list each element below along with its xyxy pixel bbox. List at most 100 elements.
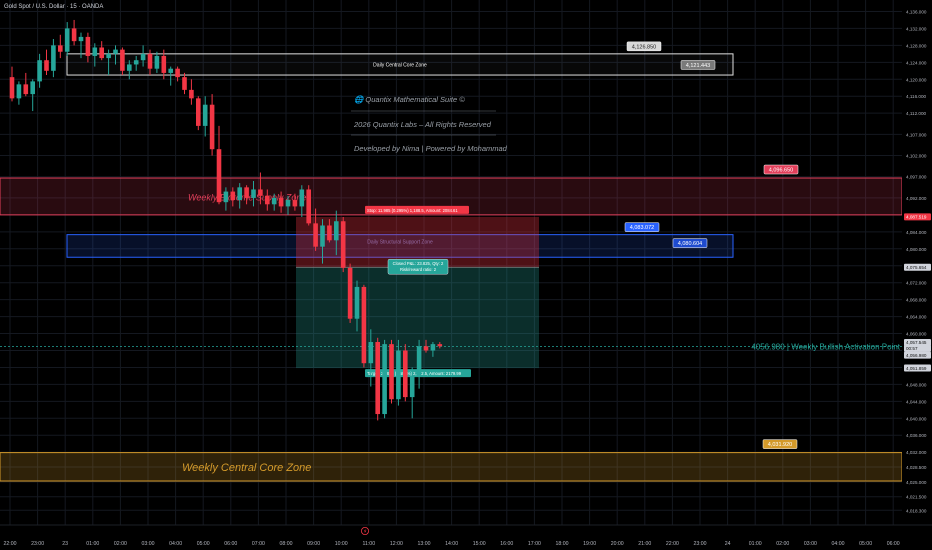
zone-price-tag: 4,096.650 bbox=[763, 164, 799, 175]
price-tick-label: 4,064.000 bbox=[906, 315, 927, 320]
candle-body bbox=[147, 53, 153, 69]
time-tick-label: 22:00 bbox=[4, 541, 17, 547]
time-tick-label: 22:00 bbox=[666, 541, 679, 547]
time-tick-label: 13:00 bbox=[418, 541, 431, 547]
candle-body bbox=[409, 375, 415, 398]
candle-body bbox=[58, 45, 63, 52]
candle-body bbox=[306, 189, 311, 224]
price-tick-label: 4,136.000 bbox=[906, 9, 927, 14]
price-axis-tag-text: 4,056.980 bbox=[906, 353, 927, 358]
price-tick-label: 4,036.000 bbox=[906, 433, 927, 438]
zone-label: Daily Central Core Zone bbox=[373, 62, 427, 68]
candle-body bbox=[230, 191, 236, 201]
candle-body bbox=[313, 223, 318, 247]
stop-label: Stop: 11.985 (0.295%) 1,188.5, Amount: 2… bbox=[367, 208, 458, 213]
price-tick-label: 4,021.500 bbox=[906, 495, 927, 500]
time-tick-label: 21:00 bbox=[638, 541, 651, 547]
candle-body bbox=[113, 49, 118, 54]
candle-body bbox=[202, 104, 208, 126]
time-tick-label: 03:00 bbox=[142, 541, 155, 547]
price-tick-label: 4,032.000 bbox=[906, 450, 927, 455]
price-tick-label: 4,080.000 bbox=[906, 247, 927, 252]
candle-body bbox=[368, 342, 374, 364]
time-tick-label: 14:00 bbox=[445, 541, 458, 547]
price-tick-label: 4,068.000 bbox=[906, 298, 927, 303]
candle-body bbox=[278, 197, 284, 207]
price-tick-label: 4,084.000 bbox=[906, 230, 927, 235]
candle-body bbox=[271, 197, 277, 205]
lightning-icon bbox=[360, 527, 369, 536]
watermark: 🌐 Quantix Mathematical Suite © 2026 Quant… bbox=[351, 95, 508, 153]
time-tick-label: 23:00 bbox=[694, 541, 707, 547]
zone-price-tag: 4,083.072 bbox=[624, 222, 660, 232]
price-tick-label: 4,097.000 bbox=[906, 175, 927, 180]
candle-body bbox=[120, 49, 125, 71]
price-tick-label: 4,102.000 bbox=[906, 154, 927, 159]
candle-body bbox=[320, 225, 325, 247]
price-axis-tag-text: 4,087.519 bbox=[906, 215, 927, 220]
candle-body bbox=[216, 149, 222, 203]
candle-body bbox=[37, 60, 42, 82]
candle-body bbox=[78, 36, 84, 42]
candle-body bbox=[396, 350, 401, 400]
stop-label-group: Stop: 11.985 (0.295%) 1,188.5, Amount: 2… bbox=[365, 205, 469, 214]
candle-body bbox=[44, 60, 49, 71]
time-tick-label: 02:00 bbox=[776, 541, 789, 547]
time-axis: 22:00 23:00 23 01:00 02:00 03:00 04:00 05:00 06:… bbox=[0, 524, 932, 547]
zone-price-tag-text: 4,126.850 bbox=[632, 44, 656, 50]
price-axis: 4,136.000 4,132.000 4,128.000 4,124.000 4,12… bbox=[902, 0, 932, 550]
price-axis-tag: 4,075.654 bbox=[904, 263, 931, 271]
time-tick-label: 09:00 bbox=[307, 541, 320, 547]
time-tick-label: 20:00 bbox=[611, 541, 624, 547]
price-axis-tag: 00:57 bbox=[904, 344, 931, 352]
candle-body bbox=[347, 267, 353, 319]
candle-body bbox=[106, 53, 111, 59]
candle-body bbox=[265, 195, 270, 205]
candle-body bbox=[16, 84, 22, 99]
time-tick-label: 24 bbox=[725, 541, 731, 547]
candle-body bbox=[389, 344, 394, 400]
price-tick-label: 4,116.000 bbox=[906, 94, 927, 99]
time-tick-label: 08:00 bbox=[280, 541, 293, 547]
zone-label: Weekly Central Core Zone bbox=[182, 462, 311, 474]
time-tick-label: 05:00 bbox=[197, 541, 210, 547]
candle-body bbox=[140, 53, 146, 61]
time-tick-label: 23:00 bbox=[31, 541, 44, 547]
symbol-title: Gold Spot / U.S. Dollar · 15 · OANDA bbox=[4, 4, 104, 10]
time-tick-label: 02:00 bbox=[114, 541, 127, 547]
candle-body bbox=[285, 200, 291, 207]
time-tick-label: 17:00 bbox=[528, 541, 541, 547]
candle-body bbox=[189, 89, 194, 99]
candle-body bbox=[92, 47, 98, 56]
price-tick-label: 4,107.000 bbox=[906, 132, 927, 137]
candle-body bbox=[416, 346, 422, 376]
zone-price-tag: 4,031.920 bbox=[762, 439, 798, 449]
price-tick-label: 4,112.000 bbox=[906, 111, 927, 116]
time-tick-label: 07:00 bbox=[252, 541, 265, 547]
time-tick-label: 03:00 bbox=[804, 541, 817, 547]
candle-body bbox=[182, 77, 187, 90]
price-axis-tag: 4,087.519 bbox=[904, 213, 931, 221]
weekly-central-core-zone bbox=[0, 452, 903, 482]
candle-body bbox=[196, 98, 201, 126]
candlestick-chart[interactable]: Daily Central Core ZoneWeekly Extreme Su… bbox=[0, 0, 932, 550]
candle-body bbox=[154, 55, 160, 69]
price-axis-tag-text: 4,051.859 bbox=[906, 366, 927, 371]
zone-price-tag-text: 4,121.443 bbox=[686, 63, 710, 69]
zone-price-tag: 4,080.604 bbox=[672, 238, 708, 248]
candle-body bbox=[382, 344, 387, 415]
time-tick-label: 10:00 bbox=[335, 541, 348, 547]
candle-body bbox=[64, 28, 70, 52]
candle-body bbox=[334, 221, 339, 241]
price-tick-label: 4,060.000 bbox=[906, 332, 927, 337]
price-axis-tag: 4,056.980 bbox=[904, 351, 931, 359]
activation-label: 4056.980 | Weekly Bullish Activation Poi… bbox=[751, 342, 900, 351]
candle-body bbox=[423, 346, 429, 351]
candle-body bbox=[327, 225, 332, 241]
candle-body bbox=[23, 84, 29, 95]
time-tick-label: 04:00 bbox=[832, 541, 845, 547]
zone-price-tag-text: 4,080.604 bbox=[678, 241, 702, 247]
price-axis-tag-text: 4,075.654 bbox=[906, 265, 927, 270]
candle-body bbox=[244, 187, 249, 198]
candle-body bbox=[9, 77, 15, 99]
